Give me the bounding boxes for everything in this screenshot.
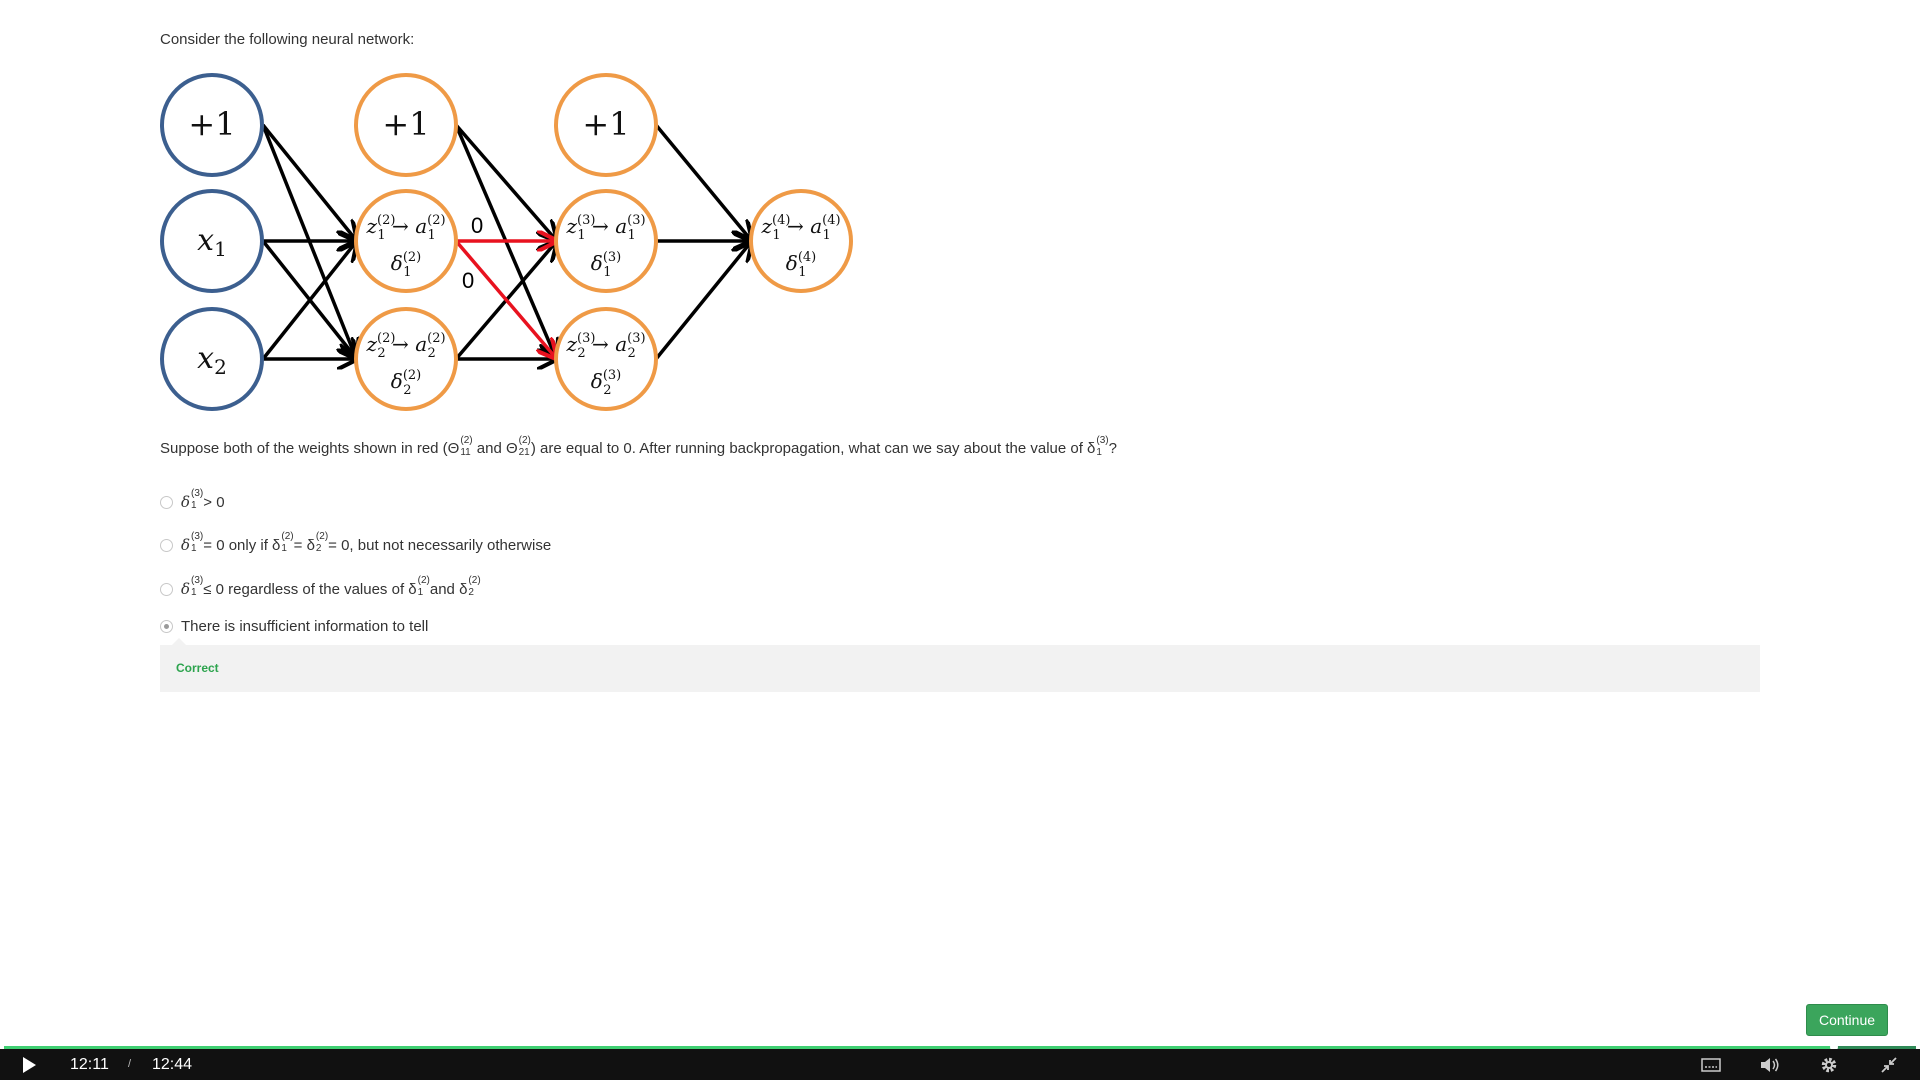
edges-layer3 <box>654 123 751 361</box>
bias-label: +1 <box>582 105 629 143</box>
current-time: 12:11 <box>70 1056 109 1073</box>
edges-layer1 <box>261 123 356 359</box>
radio-button[interactable] <box>160 495 173 509</box>
video-control-bar: 12:11 / 12:44 <box>0 1049 1920 1080</box>
bias-label: +1 <box>188 105 235 143</box>
continue-button[interactable]: Continue <box>1806 1004 1888 1036</box>
prompt-text: Consider the following neural network: <box>160 31 415 48</box>
edge-weight-label: 0 <box>471 213 483 238</box>
option-2[interactable]: δ (3) 1 = 0 only if δ (2) 1 = δ (2) 2 = 0, but… <box>160 532 551 555</box>
edge <box>654 242 751 361</box>
exit-fullscreen-icon[interactable] <box>1878 1055 1900 1075</box>
radio-button-selected[interactable] <box>160 620 173 633</box>
edge <box>654 123 751 240</box>
feedback-box: Correct <box>160 638 1760 692</box>
feedback-status: Correct <box>176 661 219 675</box>
option-4[interactable]: There is insufficient information to tel… <box>160 618 428 635</box>
option-3[interactable]: δ (3) 1 ≤ 0 regardless of the values of δ(… <box>160 576 481 599</box>
question-text: Suppose both of the weights shown in red… <box>160 435 1117 458</box>
volume-icon[interactable] <box>1758 1055 1782 1075</box>
bias-label: +1 <box>382 105 429 143</box>
settings-icon[interactable] <box>1818 1055 1840 1075</box>
duration: 12:44 <box>152 1056 193 1073</box>
option-1[interactable]: δ (3) 1 > 0 <box>160 489 225 512</box>
play-icon[interactable] <box>18 1055 40 1075</box>
radio-button[interactable] <box>160 582 173 596</box>
neural-network-diagram: 0 0 +1 +1 +1 x1 x2 z(2) 1 → a(2) 1 δ(2) 1 z… <box>160 73 853 411</box>
edge <box>261 123 356 240</box>
captions-icon[interactable] <box>1700 1056 1722 1074</box>
radio-button[interactable] <box>160 538 173 552</box>
time-separator: / <box>128 1058 132 1070</box>
edge-weight-label: 0 <box>462 268 474 293</box>
